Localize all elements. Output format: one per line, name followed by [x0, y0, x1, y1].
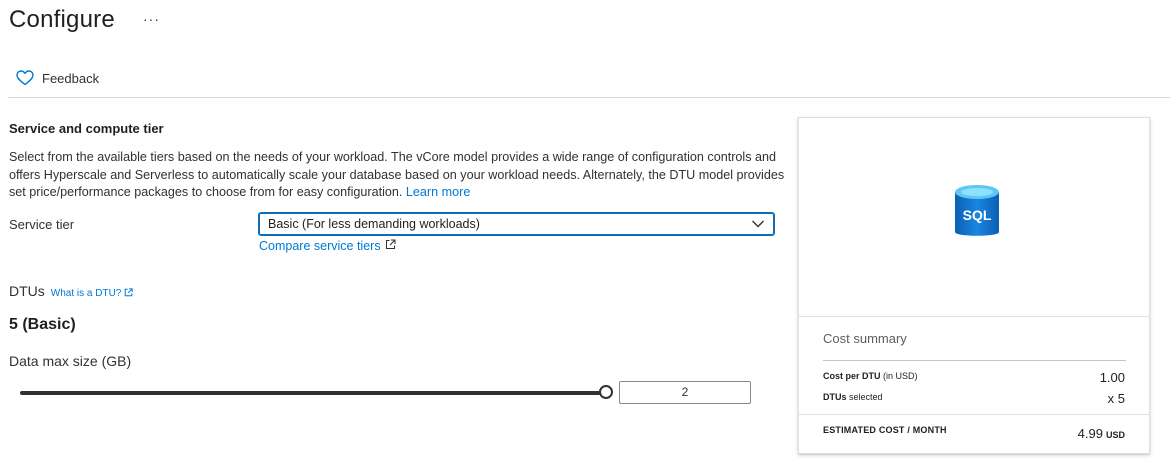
data-size-input[interactable]: 2: [619, 381, 751, 404]
card-divider: [799, 316, 1149, 317]
cost-divider: [823, 360, 1126, 361]
external-link-icon: [124, 287, 134, 300]
compare-label: Compare service tiers: [259, 239, 381, 253]
estimated-cost-amount: 4.99: [1077, 426, 1103, 441]
learn-more-link[interactable]: Learn more: [406, 185, 470, 199]
dtu-value: 5 (Basic): [9, 316, 76, 333]
estimated-cost-unit: USD: [1105, 430, 1125, 440]
dtus-selected-value: x 5: [1107, 391, 1125, 406]
what-is-dtu-label: What is a DTU?: [50, 288, 122, 299]
page-title: Configure: [9, 6, 115, 33]
data-size-slider-track[interactable]: [20, 391, 608, 395]
chevron-down-icon: [751, 217, 765, 234]
estimated-cost-label: ESTIMATED COST / MONTH: [823, 425, 947, 435]
cost-per-dtu-value: 1.00: [1099, 370, 1125, 385]
service-tier-dropdown[interactable]: Basic (For less demanding workloads): [258, 212, 775, 236]
sql-icon-label: SQL: [963, 207, 992, 223]
header-divider: [8, 97, 1170, 98]
dtus-selected-note: selected: [849, 392, 883, 402]
what-is-dtu-link[interactable]: What is a DTU?: [50, 287, 134, 300]
service-tier-label: Service tier: [9, 217, 75, 232]
sql-database-icon: SQL: [954, 183, 1000, 246]
description-text: Select from the available tiers based on…: [9, 150, 785, 199]
cost-summary-card: SQL Cost summary Cost per DTU (in USD) 1…: [798, 117, 1150, 454]
feedback-button[interactable]: Feedback: [16, 70, 99, 86]
external-link-icon: [385, 239, 396, 253]
estimated-cost-value: 4.99 USD: [1078, 426, 1125, 441]
feedback-label: Feedback: [42, 70, 100, 86]
section-title: Service and compute tier: [9, 121, 164, 136]
section-description: Select from the available tiers based on…: [9, 149, 789, 202]
service-tier-value: Basic (For less demanding workloads): [268, 217, 480, 231]
cost-per-dtu-note: (in USD): [883, 371, 918, 381]
cost-summary-title: Cost summary: [823, 331, 907, 346]
data-max-size-label: Data max size (GB): [9, 353, 132, 369]
dtus-selected-label-main: DTUs: [823, 392, 847, 402]
card-divider: [799, 414, 1149, 415]
dtus-label: DTUs: [9, 283, 45, 299]
dtus-selected-label: DTUs selected: [823, 392, 883, 402]
more-options-button[interactable]: ···: [143, 11, 160, 27]
dtus-header: DTUs What is a DTU?: [9, 283, 134, 300]
cost-per-dtu-label: Cost per DTU (in USD): [823, 371, 918, 381]
data-size-slider-thumb[interactable]: [599, 385, 613, 399]
heart-icon: [16, 70, 34, 86]
cost-per-dtu-label-main: Cost per DTU: [823, 371, 881, 381]
compare-service-tiers-link[interactable]: Compare service tiers: [259, 239, 396, 253]
